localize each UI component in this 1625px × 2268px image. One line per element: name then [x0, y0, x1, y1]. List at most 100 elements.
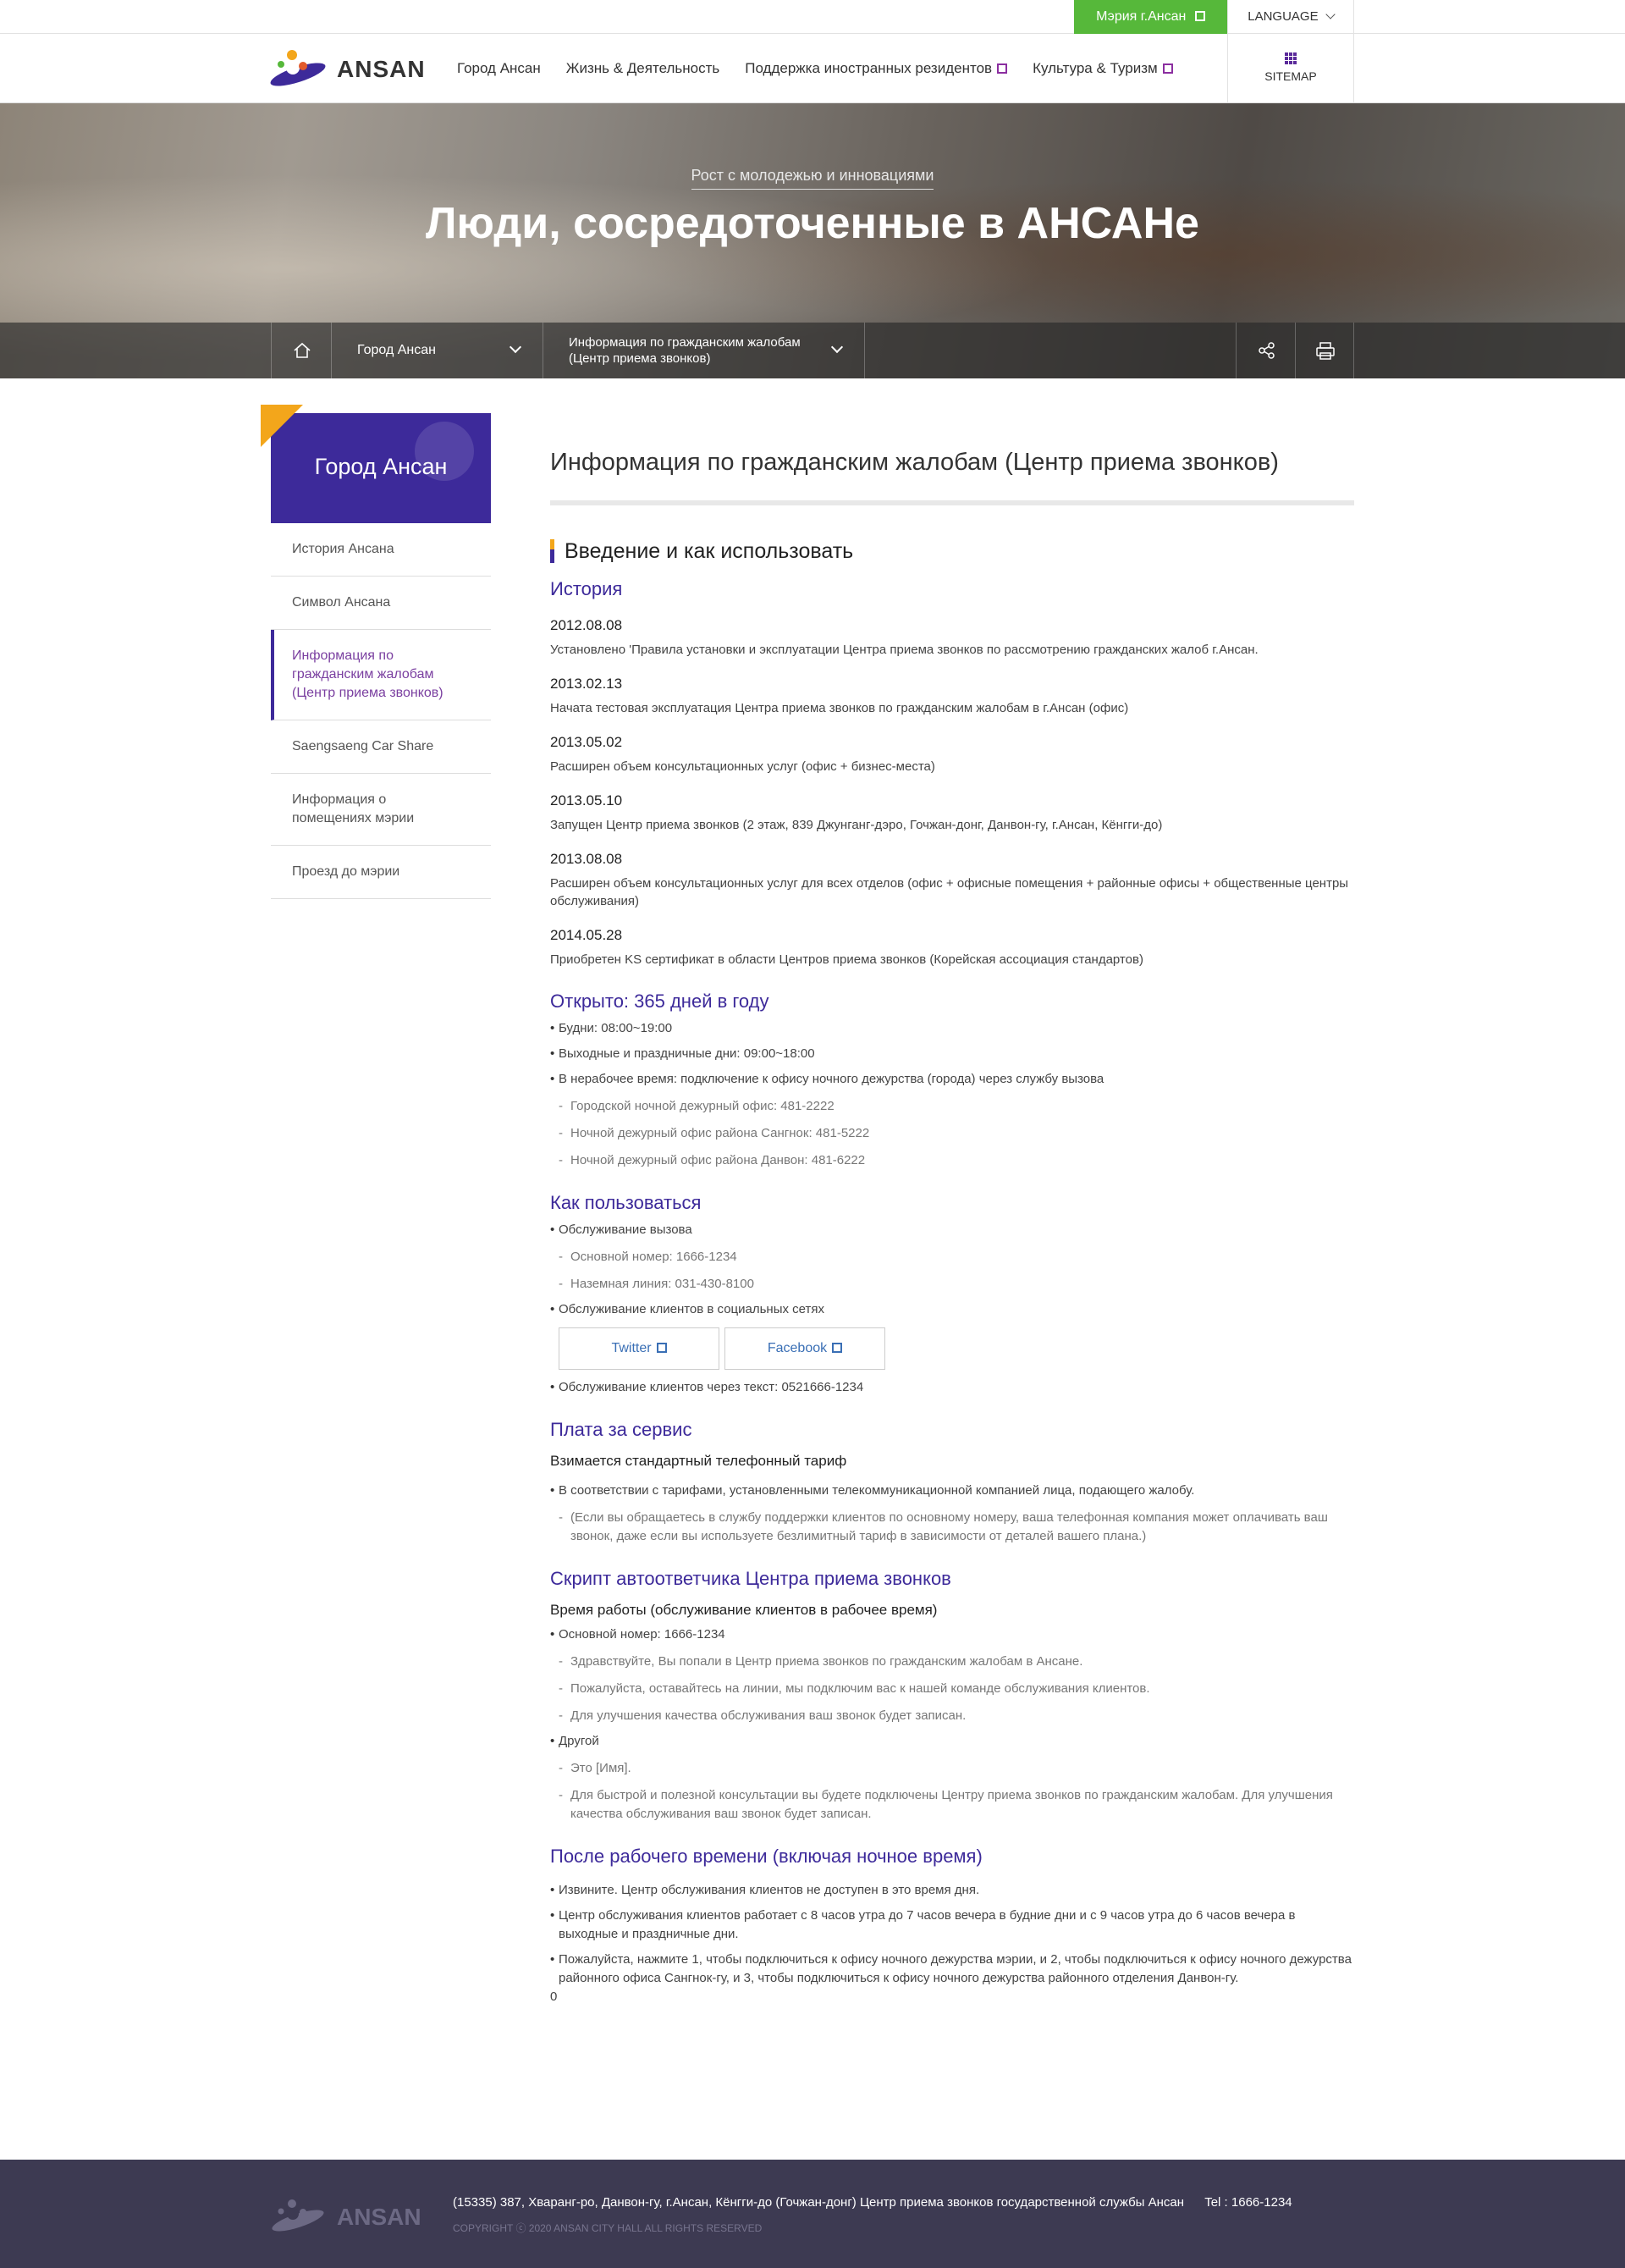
facebook-button[interactable]: Facebook	[724, 1327, 885, 1370]
history-date: 2013.08.08	[550, 851, 623, 867]
hero-subtitle-text: Рост с молодежью и инновациями	[691, 167, 934, 190]
language-label: LANGUAGE	[1248, 9, 1319, 24]
sub-item: Здравствуйте, Вы попали в Центр приема з…	[550, 1653, 1354, 1671]
sidebar-item-history[interactable]: История Ансана	[271, 523, 491, 577]
sidebar-item-car-share[interactable]: Saengsaeng Car Share	[271, 720, 491, 774]
site-header: ANSAN Город Ансан Жизнь & Деятельность П…	[0, 34, 1625, 103]
nav-item-city[interactable]: Город Ансан	[457, 60, 541, 77]
history-date: 2014.05.28	[550, 927, 623, 943]
footer-logo-text: ANSAN	[337, 2204, 421, 2230]
breadcrumb: Город Ансан Информация по гражданским жа…	[0, 323, 1625, 378]
city-hall-label: Мэрия г.Ансан	[1096, 9, 1187, 24]
external-link-icon	[1162, 63, 1173, 74]
open-heading: Открыто: 365 дней в году	[550, 991, 769, 1012]
list-item: Обслуживание вызова	[550, 1221, 1354, 1239]
script-subheading: Время работы (обслуживание клиентов в ра…	[550, 1602, 938, 1618]
sidebar-menu: История Ансана Символ Ансана Информация …	[271, 523, 491, 899]
sidebar-item-directions[interactable]: Проезд до мэрии	[271, 846, 491, 899]
sub-item: (Если вы обращаетесь в службу поддержки …	[550, 1509, 1354, 1546]
history-text: Расширен объем консультационных услуг дл…	[550, 876, 1349, 908]
home-icon	[294, 342, 311, 358]
history-date: 2013.05.10	[550, 792, 623, 808]
fee-heading: Плата за сервис	[550, 1419, 692, 1440]
list-item: Обслуживание клиентов через текст: 05216…	[550, 1378, 1354, 1397]
history-date: 2013.02.13	[550, 676, 623, 692]
sidebar-title: Город Ансан	[314, 454, 448, 479]
script-heading: Скрипт автоответчика Центра приема звонк…	[550, 1568, 951, 1589]
print-icon	[1316, 342, 1335, 360]
social-buttons: Twitter Facebook	[559, 1327, 1354, 1370]
history-text: Начата тестовая эксплуатация Центра прие…	[550, 701, 1129, 715]
sidebar-item-complaints[interactable]: Информация по гражданским жалобам (Центр…	[271, 630, 491, 720]
sub-item: Это [Имя].	[550, 1759, 1354, 1778]
breadcrumb-level2[interactable]: Информация по гражданским жалобам (Центр…	[543, 323, 865, 378]
breadcrumb-level2-label: Информация по гражданским жалобам (Центр…	[569, 335, 801, 366]
ansan-logo-icon	[270, 50, 326, 86]
twitter-button[interactable]: Twitter	[559, 1327, 719, 1370]
nav-item-life[interactable]: Жизнь & Деятельность	[566, 60, 719, 77]
share-button[interactable]	[1236, 323, 1295, 378]
list-item: Будни: 08:00~19:00	[550, 1019, 1354, 1038]
sitemap-label: SITEMAP	[1264, 69, 1317, 83]
top-bar: Мэрия г.Ансан LANGUAGE	[0, 0, 1625, 34]
chevron-down-icon	[509, 340, 522, 354]
sidebar-item-facilities[interactable]: Информация о помещениях мэрии	[271, 774, 491, 846]
external-link-icon	[832, 1343, 843, 1353]
nav-item-foreign-support[interactable]: Поддержка иностранных резидентов	[745, 60, 1008, 77]
print-button[interactable]	[1295, 323, 1354, 378]
list-item: Другой	[550, 1732, 1354, 1751]
external-link-icon	[1194, 11, 1205, 21]
sitemap-grid-icon	[1285, 52, 1297, 64]
sidebar-item-label: Saengsaeng Car Share	[292, 739, 434, 753]
nav-item-label: Культура & Туризм	[1033, 60, 1158, 76]
city-hall-button[interactable]: Мэрия г.Ансан	[1074, 0, 1227, 34]
sitemap-button[interactable]: SITEMAP	[1227, 34, 1354, 103]
main-content: Информация по гражданским жалобам (Центр…	[550, 449, 1354, 2006]
sub-item: Для быстрой и полезной консультации вы б…	[550, 1786, 1354, 1824]
sub-item: Ночной дежурный офис района Данвон: 481-…	[550, 1151, 1354, 1170]
list-item: Пожалуйста, нажмите 1, чтобы подключитьс…	[550, 1951, 1354, 1988]
hero-subtitle: Рост с молодежью и инновациями	[0, 167, 1625, 190]
share-icon	[1259, 342, 1275, 359]
logo-text: ANSAN	[337, 56, 426, 82]
nav-item-label: Жизнь & Деятельность	[565, 60, 720, 76]
fee-subheading: Взимается стандартный телефонный тариф	[550, 1453, 847, 1469]
history-date: 2013.05.02	[550, 734, 623, 750]
hero-title: Люди, сосредоточенные в АНСАНе	[426, 199, 1199, 248]
list-item: В нерабочее время: подключение к офису н…	[550, 1070, 1354, 1089]
sub-item: Основной номер: 1666-1234	[550, 1248, 1354, 1266]
sub-item: Пожалуйста, оставайтесь на линии, мы под…	[550, 1680, 1354, 1698]
breadcrumb-level1[interactable]: Город Ансан	[332, 323, 543, 378]
sidebar-corner-accent	[261, 405, 303, 447]
footer-copyright: COPYRIGHT ⓒ 2020 ANSAN CITY HALL ALL RIG…	[453, 2222, 763, 2234]
sidebar-item-symbol[interactable]: Символ Ансана	[271, 577, 491, 630]
sub-item: Ночной дежурный офис района Сангнок: 481…	[550, 1124, 1354, 1143]
sub-item: Для улучшения качества обслуживания ваш …	[550, 1707, 1354, 1725]
list-item: Обслуживание клиентов в социальных сетях	[550, 1300, 1354, 1319]
home-button[interactable]	[271, 323, 332, 378]
history-text: Запущен Центр приема звонков (2 этаж, 83…	[550, 818, 1163, 832]
history-text: Установлено 'Правила установки и эксплуа…	[550, 643, 1259, 657]
footer-tel: Tel : 1666-1234	[1204, 2195, 1292, 2210]
history-date: 2012.08.08	[550, 617, 623, 633]
sidebar-item-label: История Ансана	[292, 542, 394, 556]
external-link-icon	[656, 1343, 667, 1353]
ansan-logo[interactable]: ANSAN	[269, 47, 425, 90]
facebook-label: Facebook	[767, 1341, 828, 1355]
chevron-down-icon	[1325, 9, 1336, 19]
history-text: Расширен объем консультационных услуг (о…	[550, 759, 935, 774]
page-title: Информация по гражданским жалобам (Центр…	[550, 449, 1354, 505]
sidebar-item-label: Информация о помещениях мэрии	[292, 792, 415, 825]
section-title: Введение и как использовать	[550, 539, 1354, 563]
list-item: Основной номер: 1666-1234	[550, 1625, 1354, 1644]
footer-logo-icon	[272, 2199, 324, 2232]
sub-item: Наземная линия: 031-430-8100	[550, 1275, 1354, 1294]
language-selector[interactable]: LANGUAGE	[1227, 0, 1354, 34]
nav-item-culture[interactable]: Культура & Туризм	[1033, 60, 1173, 77]
external-link-icon	[997, 63, 1008, 74]
sidebar-item-label: Информация по гражданским жалобам (Центр…	[292, 648, 443, 700]
footer-address: (15335) 387, Хваранг-ро, Данвон-гу, г.Ан…	[453, 2195, 1292, 2210]
main-nav: Город Ансан Жизнь & Деятельность Поддерж…	[457, 34, 1173, 103]
history-text: Приобретен KS сертификат в области Центр…	[550, 952, 1143, 967]
twitter-label: Twitter	[611, 1341, 652, 1355]
